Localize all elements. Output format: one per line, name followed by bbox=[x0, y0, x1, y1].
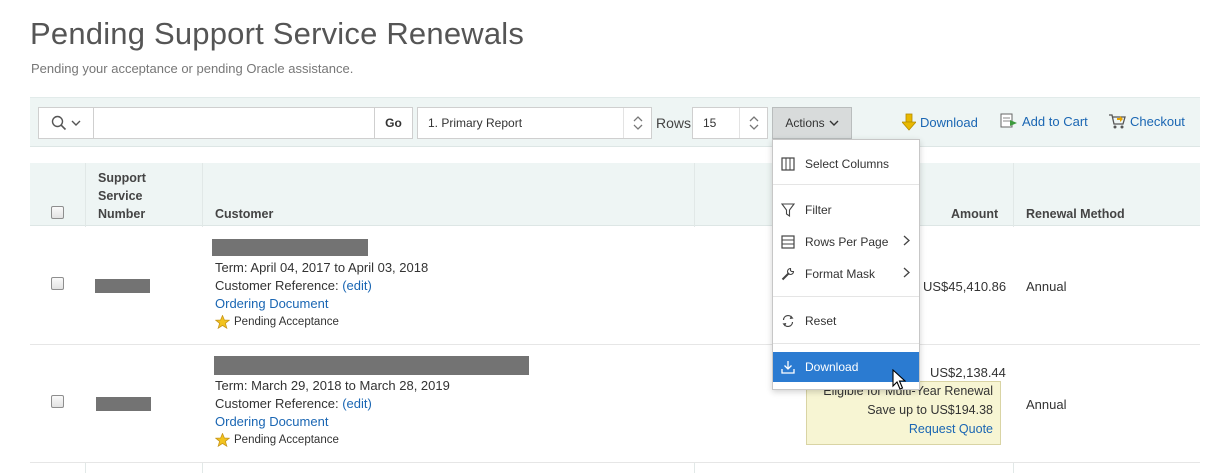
star-icon bbox=[215, 315, 230, 329]
search-input[interactable] bbox=[95, 108, 375, 138]
search-icon bbox=[51, 115, 67, 131]
rows-icon bbox=[781, 235, 795, 249]
checkout-label: Checkout bbox=[1130, 113, 1185, 129]
redacted-service-number bbox=[96, 397, 151, 411]
customer-reference-label: Customer Reference: bbox=[215, 396, 339, 411]
table-row: Term: March 29, 2018 to March 28, 2019 C… bbox=[30, 345, 1200, 463]
row-amount: US$45,410.86 bbox=[923, 279, 1007, 294]
request-quote-link[interactable]: Request Quote bbox=[814, 420, 993, 439]
menu-divider bbox=[773, 184, 919, 185]
header-support-line-3: Number bbox=[98, 207, 146, 221]
menu-divider bbox=[773, 296, 919, 297]
download-link-label: Download bbox=[920, 114, 978, 130]
row-term: Term: March 29, 2018 to March 28, 2019 bbox=[215, 378, 450, 393]
menu-item-label: Format Mask bbox=[805, 267, 876, 281]
add-to-cart-icon bbox=[1000, 113, 1017, 128]
cart-icon bbox=[1109, 114, 1126, 129]
rows-select[interactable]: 15 bbox=[692, 107, 768, 139]
checkout-link[interactable]: Checkout bbox=[1108, 113, 1185, 129]
actions-button[interactable]: Actions bbox=[772, 107, 852, 139]
header-support-line-2: Service bbox=[98, 189, 143, 203]
page-title: Pending Support Service Renewals bbox=[30, 16, 525, 51]
ordering-document-link[interactable]: Ordering Document bbox=[215, 296, 328, 311]
search-group bbox=[38, 107, 405, 139]
columns-icon bbox=[781, 157, 795, 171]
reset-icon bbox=[782, 314, 794, 328]
table-row: Term: April 04, 2017 to April 03, 2018 C… bbox=[30, 227, 1200, 345]
download-link[interactable]: Download bbox=[902, 113, 978, 131]
menu-item-rows-per-page[interactable]: Rows Per Page bbox=[773, 227, 919, 257]
customer-reference: Customer Reference: (edit) bbox=[215, 278, 372, 293]
header-renewal-method[interactable]: Renewal Method bbox=[1026, 205, 1125, 223]
header-support-line-1: Support bbox=[98, 171, 146, 185]
search-column-toggle[interactable] bbox=[39, 108, 94, 138]
menu-item-reset[interactable]: Reset bbox=[773, 306, 919, 336]
redacted-customer-name bbox=[214, 356, 529, 375]
ordering-document-link[interactable]: Ordering Document bbox=[215, 414, 328, 429]
row-amount: US$2,138.44 bbox=[930, 365, 1006, 380]
status-label: Pending Acceptance bbox=[234, 434, 339, 446]
page-subtitle: Pending your acceptance or pending Oracl… bbox=[31, 61, 354, 76]
add-to-cart-label: Add to Cart bbox=[1022, 113, 1088, 129]
chevron-down-icon bbox=[829, 120, 839, 126]
select-arrows-icon bbox=[623, 108, 651, 138]
select-all-checkbox[interactable] bbox=[51, 206, 64, 219]
redacted-service-number bbox=[95, 279, 150, 293]
header-amount[interactable]: Amount bbox=[951, 205, 998, 223]
redacted-customer-name bbox=[212, 239, 368, 256]
row-renewal-method: Annual bbox=[1026, 279, 1067, 294]
add-to-cart-link[interactable]: Add to Cart bbox=[1000, 113, 1088, 129]
menu-item-format-mask[interactable]: Format Mask bbox=[773, 259, 919, 289]
report-toolbar: Go 1. Primary Report Rows 15 Actions Dow… bbox=[30, 97, 1200, 147]
filter-icon bbox=[781, 203, 795, 217]
download-arrow-icon bbox=[902, 113, 916, 131]
status-badge: Pending Acceptance bbox=[215, 433, 339, 447]
customer-reference: Customer Reference: (edit) bbox=[215, 396, 372, 411]
report-select[interactable]: 1. Primary Report bbox=[417, 107, 652, 139]
chevron-down-icon bbox=[71, 120, 81, 126]
row-checkbox[interactable] bbox=[51, 277, 64, 290]
rows-select-value: 15 bbox=[703, 116, 717, 130]
tooltip-line-2: Save up to US$194.38 bbox=[867, 403, 993, 417]
menu-divider bbox=[773, 343, 919, 344]
wrench-icon bbox=[781, 267, 795, 281]
mouse-cursor-icon bbox=[892, 369, 906, 390]
table-header: Support Service Number Customer Amount R… bbox=[30, 163, 1200, 226]
header-customer[interactable]: Customer bbox=[215, 205, 273, 223]
actions-menu: Select Columns Filter Rows Per Page Form… bbox=[772, 139, 920, 390]
menu-item-label: Filter bbox=[805, 203, 832, 217]
customer-reference-label: Customer Reference: bbox=[215, 278, 339, 293]
select-arrows-icon bbox=[739, 108, 767, 138]
menu-item-label: Reset bbox=[805, 314, 837, 328]
row-renewal-method: Annual bbox=[1026, 397, 1067, 412]
download-icon bbox=[781, 361, 795, 374]
row-term: Term: April 04, 2017 to April 03, 2018 bbox=[215, 260, 429, 275]
menu-item-filter[interactable]: Filter bbox=[773, 195, 919, 225]
header-support-service-number[interactable]: Support Service Number bbox=[98, 169, 146, 223]
star-icon bbox=[215, 433, 230, 447]
actions-button-label: Actions bbox=[785, 116, 825, 130]
edit-reference-link[interactable]: (edit) bbox=[342, 396, 372, 411]
rows-label: Rows bbox=[656, 115, 692, 131]
status-label: Pending Acceptance bbox=[234, 316, 339, 328]
row-checkbox[interactable] bbox=[51, 395, 64, 408]
menu-item-label: Select Columns bbox=[805, 157, 890, 171]
go-button[interactable]: Go bbox=[374, 107, 413, 139]
chevron-right-icon bbox=[903, 235, 910, 246]
menu-item-label: Rows Per Page bbox=[805, 235, 889, 249]
chevron-right-icon bbox=[903, 267, 910, 278]
report-select-value: 1. Primary Report bbox=[428, 116, 523, 130]
menu-item-select-columns[interactable]: Select Columns bbox=[773, 149, 919, 179]
edit-reference-link[interactable]: (edit) bbox=[342, 278, 372, 293]
status-badge: Pending Acceptance bbox=[215, 315, 339, 329]
